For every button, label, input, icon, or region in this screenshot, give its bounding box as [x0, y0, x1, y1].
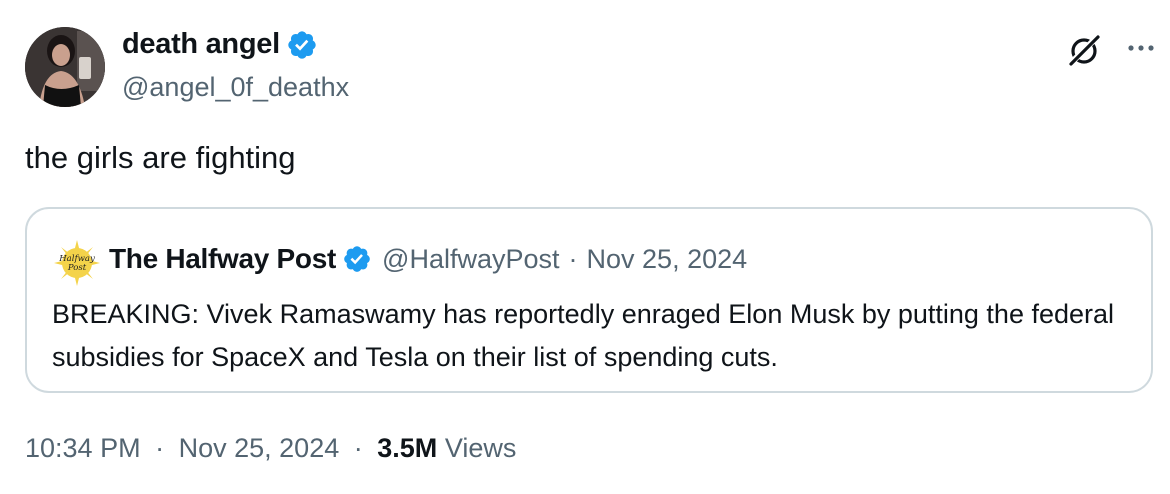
- views-label[interactable]: Views: [445, 433, 517, 463]
- tweet-date[interactable]: Nov 25, 2024: [179, 433, 340, 463]
- tweet-metadata: 10:34 PM · Nov 25, 2024 · 3.5M Views: [25, 433, 516, 464]
- quoted-tweet-card[interactable]: Halfway Post The Halfway Post @HalfwayPo…: [25, 207, 1153, 393]
- quote-separator: ·: [568, 243, 578, 274]
- tweet-time[interactable]: 10:34 PM: [25, 433, 141, 463]
- author-name-row[interactable]: death angel: [122, 28, 318, 61]
- author-avatar[interactable]: [25, 27, 105, 107]
- verified-badge-icon[interactable]: [342, 244, 372, 274]
- author-display-name[interactable]: death angel: [122, 28, 280, 61]
- quote-display-name[interactable]: The Halfway Post: [109, 243, 336, 275]
- quote-date[interactable]: Nov 25, 2024: [587, 244, 748, 275]
- author-handle[interactable]: @angel_0f_deathx: [122, 72, 349, 103]
- quote-header: The Halfway Post @HalfwayPost · Nov 25, …: [109, 243, 747, 275]
- meta-separator: ·: [155, 433, 165, 463]
- tweet-text: the girls are fighting: [25, 140, 296, 175]
- quote-text: BREAKING: Vivek Ramaswamy has reportedly…: [52, 299, 1115, 372]
- quote-handle[interactable]: @HalfwayPost: [382, 244, 559, 275]
- meta-separator: ·: [353, 433, 363, 463]
- more-icon[interactable]: [1126, 30, 1156, 70]
- svg-text:Post: Post: [67, 263, 87, 273]
- views-count[interactable]: 3.5M: [377, 433, 437, 463]
- grok-icon[interactable]: [1064, 30, 1104, 70]
- verified-badge-icon[interactable]: [286, 29, 318, 61]
- quote-avatar[interactable]: Halfway Post: [52, 238, 102, 288]
